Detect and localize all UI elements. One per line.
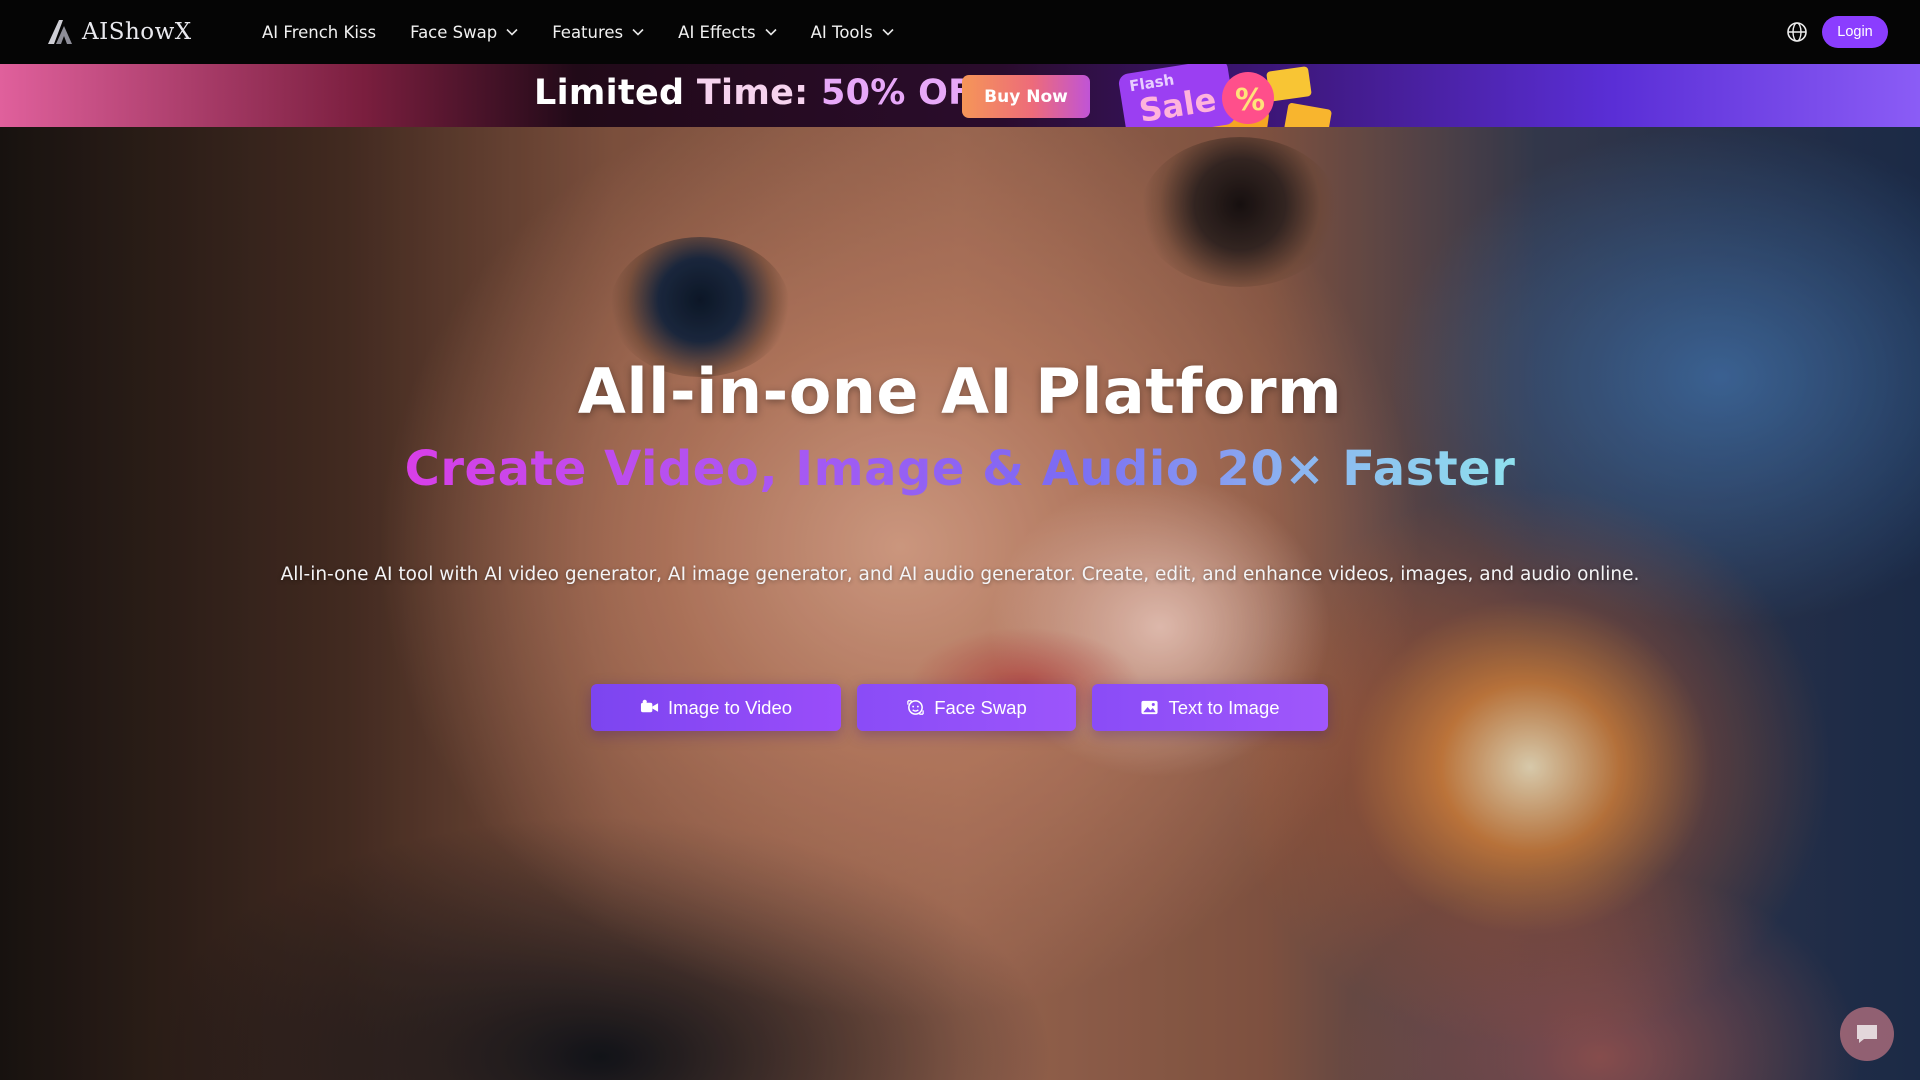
- nav-item-ai-tools[interactable]: AI Tools: [811, 23, 894, 42]
- badge-percent-icon: %: [1235, 83, 1265, 118]
- video-camera-icon: [640, 699, 658, 713]
- chevron-down-icon: [765, 28, 777, 36]
- main-nav: AI French Kiss Face Swap Features AI Eff…: [262, 0, 928, 64]
- nav-item-label: Features: [552, 22, 624, 42]
- promo-text: Limited Time: 50% OFF: [534, 73, 997, 113]
- text-to-image-button[interactable]: Text to Image: [1092, 684, 1328, 731]
- nav-item-ai-effects[interactable]: AI Effects: [678, 22, 777, 42]
- chevron-down-icon: [506, 28, 518, 36]
- nav-item-label: Face Swap: [410, 22, 498, 42]
- image-icon: [1141, 700, 1159, 715]
- face-swap-button[interactable]: Face Swap: [857, 684, 1076, 731]
- hero-description: All-in-one AI tool with AI video generat…: [280, 564, 1640, 585]
- promo-banner: Limited Time: 50% OFF Buy Now Flash Sale…: [0, 64, 1920, 127]
- image-to-video-label: Image to Video: [667, 696, 793, 718]
- hero-section: All-in-one AI Platform Create Video, Ima…: [0, 127, 1920, 1080]
- nav-item-face-swap[interactable]: Face Swap: [410, 23, 518, 42]
- promo-text-time: Time:: [696, 73, 821, 113]
- image-to-video-button[interactable]: Image to Video: [591, 684, 841, 731]
- hero-subtitle: Create Video, Image & Audio 20× Faster: [0, 441, 1920, 497]
- chevron-down-icon: [882, 28, 894, 36]
- nav-item-features[interactable]: Features: [552, 23, 644, 42]
- hero-overlay: [0, 127, 1920, 1080]
- hero-title: All-in-one AI Platform: [577, 355, 1343, 428]
- face-swap-label: Face Swap: [934, 696, 1027, 718]
- flash-sale-badge: Flash Sale %: [1118, 64, 1332, 127]
- chevron-down-icon: [632, 28, 644, 36]
- login-button[interactable]: Login: [1822, 16, 1888, 48]
- nav-item-label: AI Effects: [678, 22, 756, 42]
- top-navbar: AIShowX AI French Kiss Face Swap Feature…: [0, 0, 1920, 64]
- hero-cta-group: Image to Video Face Swap Text to Image: [591, 684, 1328, 731]
- promo-text-limited: Limited: [534, 73, 697, 113]
- nav-item-label: AI Tools: [810, 22, 873, 42]
- text-to-image-label: Text to Image: [1168, 696, 1280, 718]
- nav-item-label: AI French Kiss: [262, 22, 377, 42]
- globe-icon[interactable]: [1786, 21, 1808, 43]
- hero-subtitle-text: Create Video, Image & Audio 20× Faster: [404, 441, 1516, 497]
- brand-logo[interactable]: AIShowX: [44, 16, 192, 48]
- face-swap-icon: [907, 700, 924, 715]
- logo-mark-icon: [48, 20, 72, 44]
- buy-now-button[interactable]: Buy Now: [962, 75, 1090, 118]
- chat-bubble-icon: [1857, 1025, 1877, 1043]
- chat-support-button[interactable]: [1840, 1007, 1894, 1061]
- nav-item-ai-french-kiss[interactable]: AI French Kiss: [262, 23, 376, 42]
- brand-name: AIShowX: [82, 19, 192, 45]
